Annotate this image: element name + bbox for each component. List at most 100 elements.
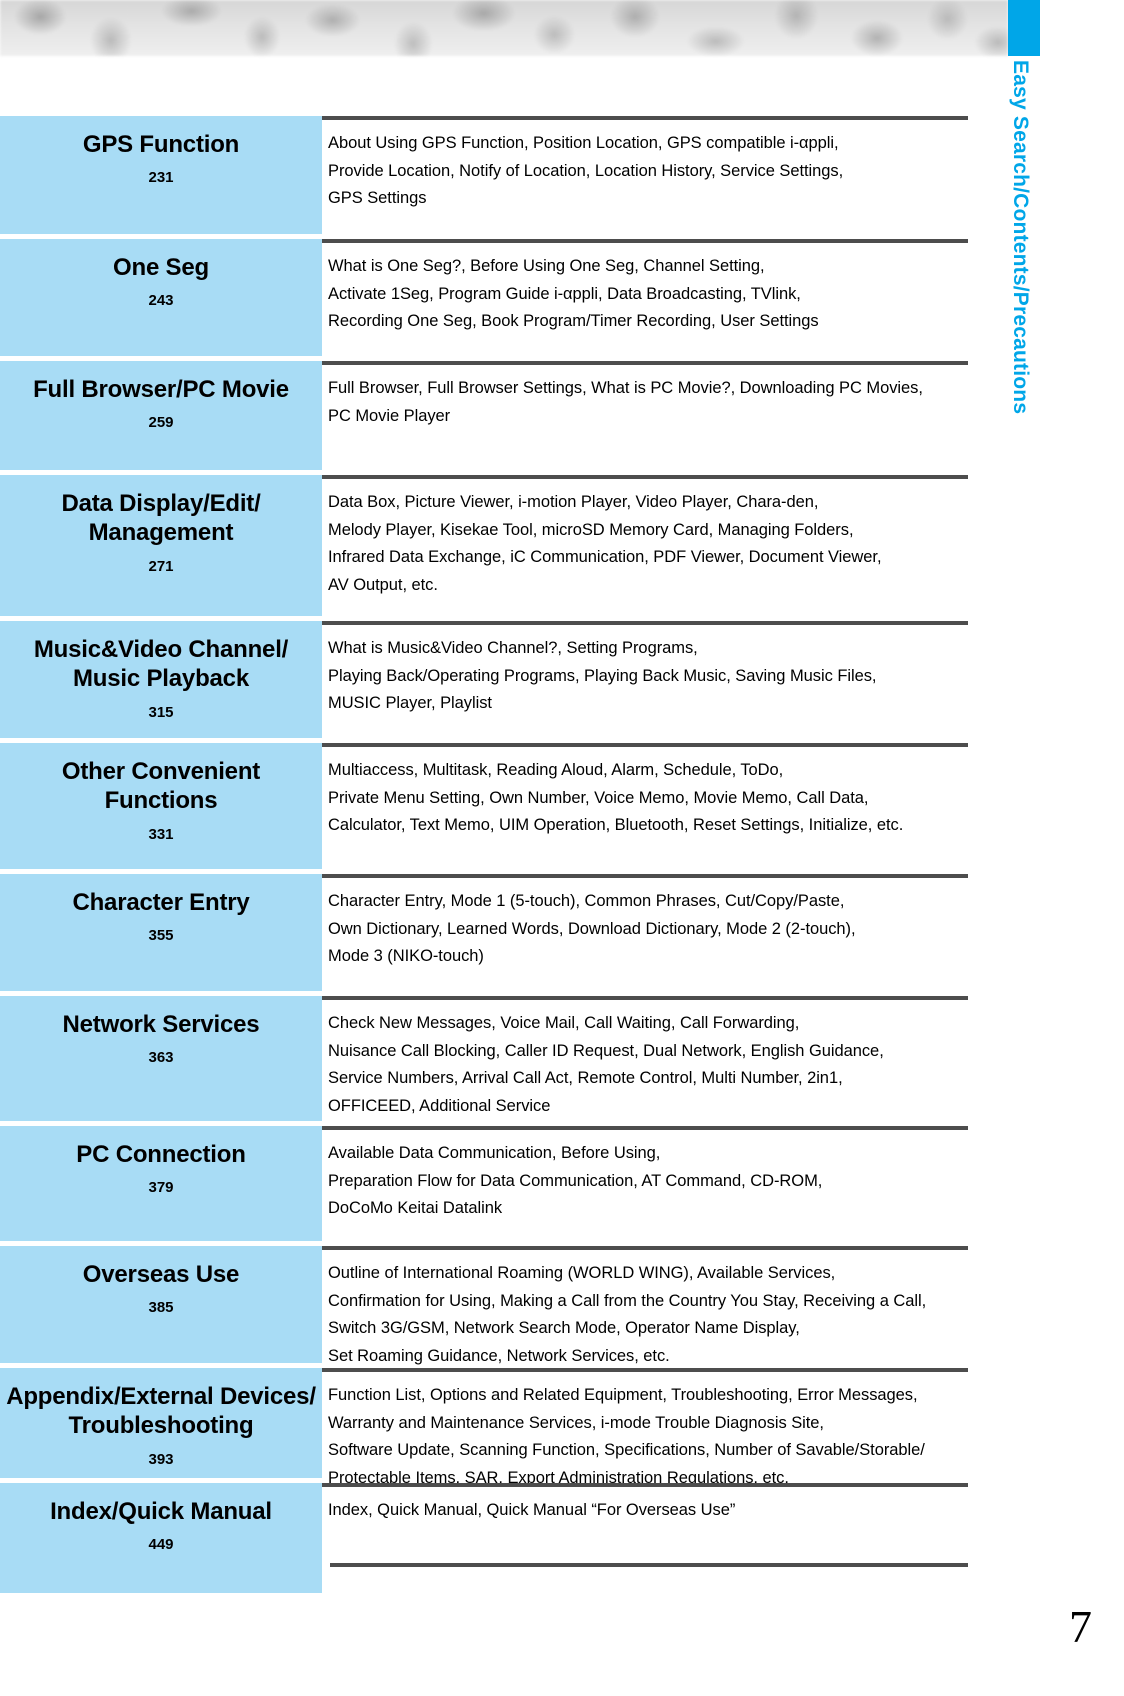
description-line: Check New Messages, Voice Mail, Call Wai…	[328, 1014, 800, 1032]
category-cell[interactable]: Appendix/External Devices/Troubleshootin…	[0, 1368, 322, 1478]
category-page-number: 243	[148, 292, 174, 310]
description-line: Melody Player, Kisekae Tool, microSD Mem…	[328, 520, 854, 539]
contents-row: Data Display/Edit/Management 271 Data Box,…	[0, 475, 968, 616]
category-title: Index/Quick Manual	[50, 1498, 272, 1525]
category-title: PC Connection	[76, 1141, 246, 1168]
description-line: Own Dictionary, Learned Words, Download …	[328, 919, 856, 938]
category-title: Network Services	[62, 1011, 260, 1038]
description-line: Index, Quick Manual, Quick Manual “For O…	[328, 1501, 736, 1519]
contents-row: Appendix/External Devices/Troubleshootin…	[0, 1368, 968, 1487]
description-line: Infrared Data Exchange, iC Communication…	[328, 548, 882, 567]
category-cell[interactable]: Music&Video Channel/Music Playback 315	[0, 621, 322, 738]
page-number: 7	[1069, 1601, 1092, 1652]
contents-row: Character Entry 355 Character Entry, Mode …	[0, 874, 968, 991]
contents-row: One Seg 243 What is One Seg?, Before Using…	[0, 239, 968, 356]
category-page-number: 363	[148, 1049, 174, 1067]
category-title: Data Display/Edit/Management	[61, 490, 261, 547]
description-cell: Function List, Options and Related Equip…	[322, 1368, 968, 1487]
page-header-texture-band	[0, 0, 1008, 56]
description-line: What is Music&Video Channel?, Setting Pr…	[328, 639, 698, 657]
contents-row: GPS Function 231 About Using GPS Function,…	[0, 116, 968, 234]
contents-row: Network Services 363 Check New Messages, V…	[0, 996, 968, 1121]
category-page-number: 355	[148, 927, 174, 945]
description-line: Available Data Communication, Before Usi…	[328, 1144, 661, 1162]
description-line: GPS Settings	[328, 189, 427, 208]
description-line: Mode 3 (NIKO-touch)	[328, 947, 484, 966]
table-bottom-rule	[330, 1563, 968, 1567]
category-title: Other Convenient Functions	[61, 758, 261, 815]
category-cell[interactable]: Overseas Use 385	[0, 1246, 322, 1363]
category-cell[interactable]: PC Connection 379	[0, 1126, 322, 1241]
description-line: Set Roaming Guidance, Network Services, …	[328, 1347, 670, 1366]
description-cell: What is Music&Video Channel?, Setting Pr…	[322, 621, 968, 738]
description-line: PC Movie Player	[328, 406, 451, 425]
description-line: Software Update, Scanning Function, Spec…	[328, 1441, 925, 1460]
category-cell[interactable]: GPS Function 231	[0, 116, 322, 234]
category-cell[interactable]: Index/Quick Manual 449	[0, 1483, 322, 1593]
description-line: Multiaccess, Multitask, Reading Aloud, A…	[328, 761, 784, 779]
description-cell: Outline of International Roaming (WORLD …	[322, 1246, 968, 1365]
category-page-number: 449	[148, 1536, 174, 1554]
description-line: What is One Seg?, Before Using One Seg, …	[328, 257, 765, 275]
description-line: Activate 1Seg, Program Guide i-αppli, Da…	[328, 284, 801, 303]
category-cell[interactable]: Network Services 363	[0, 996, 322, 1121]
description-line: Provide Location, Notify of Location, Lo…	[328, 161, 844, 180]
description-cell: Available Data Communication, Before Usi…	[322, 1126, 968, 1241]
description-line: DoCoMo Keitai Datalink	[328, 1199, 503, 1218]
category-page-number: 379	[148, 1179, 174, 1197]
side-tab-marker	[1008, 0, 1040, 56]
category-page-number: 385	[148, 1299, 174, 1317]
description-cell: About Using GPS Function, Position Locat…	[322, 116, 968, 234]
category-title: GPS Function	[82, 131, 240, 158]
category-title: Overseas Use	[82, 1261, 240, 1288]
description-cell: Full Browser, Full Browser Settings, Wha…	[322, 361, 968, 470]
contents-row: Full Browser/PC Movie 259 Full Browser, Fu…	[0, 361, 968, 470]
description-line: Nuisance Call Blocking, Caller ID Reques…	[328, 1041, 884, 1060]
description-cell: Check New Messages, Voice Mail, Call Wai…	[322, 996, 968, 1121]
contents-row: Overseas Use 385 Outline of International …	[0, 1246, 968, 1365]
description-line: MUSIC Player, Playlist	[328, 694, 492, 713]
category-cell[interactable]: Full Browser/PC Movie 259	[0, 361, 322, 470]
description-line: About Using GPS Function, Position Locat…	[328, 134, 839, 152]
description-line: OFFICEED, Additional Service	[328, 1097, 551, 1116]
category-page-number: 231	[148, 169, 174, 187]
category-cell[interactable]: Other Convenient Functions 331	[0, 743, 322, 869]
description-line: Switch 3G/GSM, Network Search Mode, Oper…	[328, 1319, 800, 1338]
category-cell[interactable]: Data Display/Edit/Management 271	[0, 475, 322, 616]
contents-row: Music&Video Channel/Music Playback 315 Wha…	[0, 621, 968, 738]
description-line: Service Numbers, Arrival Call Act, Remot…	[328, 1069, 843, 1088]
description-line: Private Menu Setting, Own Number, Voice …	[328, 788, 869, 807]
category-cell[interactable]: Character Entry 355	[0, 874, 322, 991]
description-line: Data Box, Picture Viewer, i-motion Playe…	[328, 493, 819, 511]
category-cell[interactable]: One Seg 243	[0, 239, 322, 356]
description-line: Confirmation for Using, Making a Call fr…	[328, 1291, 927, 1310]
description-line: Playing Back/Operating Programs, Playing…	[328, 666, 877, 685]
description-line: Preparation Flow for Data Communication,…	[328, 1171, 823, 1190]
side-tab-label: Easy Search/Contents/Precautions	[1009, 60, 1032, 415]
description-line: Recording One Seg, Book Program/Timer Re…	[328, 312, 819, 331]
category-page-number: 315	[148, 703, 174, 721]
description-line: Calculator, Text Memo, UIM Operation, Bl…	[328, 816, 904, 835]
description-cell: Multiaccess, Multitask, Reading Aloud, A…	[322, 743, 968, 869]
category-page-number: 259	[148, 414, 174, 432]
category-title: Appendix/External Devices/Troubleshootin…	[6, 1383, 316, 1440]
contents-row: Index/Quick Manual 449 Index, Quick Manual…	[0, 1483, 968, 1593]
description-line: Character Entry, Mode 1 (5-touch), Commo…	[328, 892, 845, 910]
contents-table: GPS Function 231 About Using GPS Function,…	[0, 116, 968, 1593]
description-cell: Data Box, Picture Viewer, i-motion Playe…	[322, 475, 968, 616]
description-line: Function List, Options and Related Equip…	[328, 1386, 918, 1404]
description-line: Full Browser, Full Browser Settings, Wha…	[328, 379, 923, 397]
category-title: Character Entry	[72, 889, 250, 916]
description-cell: What is One Seg?, Before Using One Seg, …	[322, 239, 968, 356]
category-page-number: 331	[148, 825, 174, 843]
category-title: Music&Video Channel/Music Playback	[33, 636, 289, 693]
category-page-number: 393	[148, 1450, 174, 1468]
category-title: One Seg	[113, 254, 209, 281]
description-cell: Character Entry, Mode 1 (5-touch), Commo…	[322, 874, 968, 991]
category-page-number: 271	[148, 557, 174, 575]
description-line: AV Output, etc.	[328, 576, 438, 595]
description-line: Warranty and Maintenance Services, i-mod…	[328, 1413, 824, 1432]
contents-row: Other Convenient Functions 331 Multiaccess,…	[0, 743, 968, 869]
description-cell: Index, Quick Manual, Quick Manual “For O…	[322, 1483, 968, 1593]
description-line: Outline of International Roaming (WORLD …	[328, 1264, 836, 1282]
